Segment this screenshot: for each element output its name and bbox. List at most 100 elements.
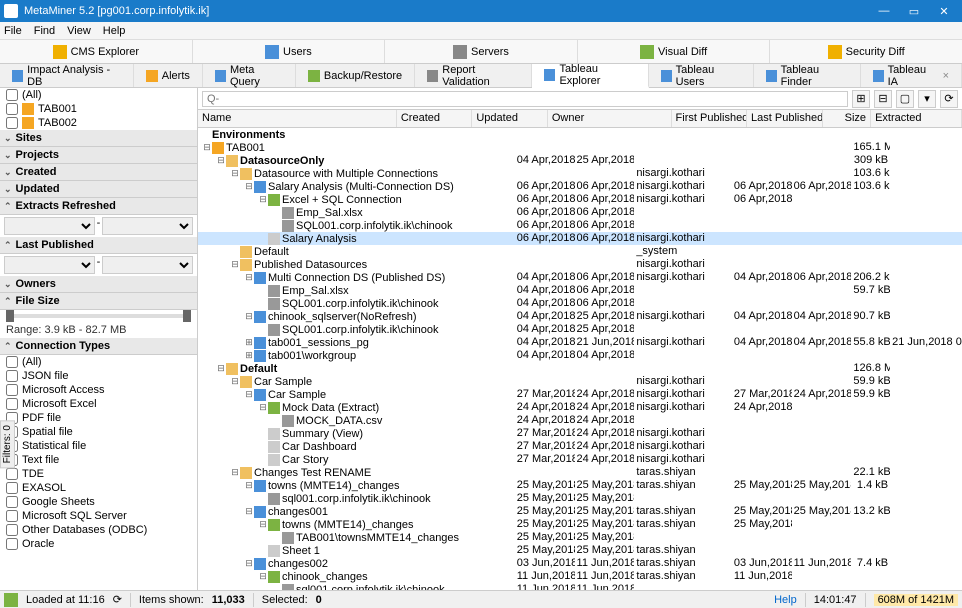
expand-icon[interactable]: ⊟ — [258, 519, 268, 530]
section-updated[interactable]: ⌄Updated — [0, 181, 197, 198]
expand-icon[interactable]: ⊟ — [202, 142, 212, 153]
section-owners[interactable]: ⌄Owners — [0, 276, 197, 293]
tab-meta-query[interactable]: Meta Query — [203, 64, 296, 87]
tree-row[interactable]: MOCK_DATA.csv24 Apr,2018 13:4024 Apr,201… — [198, 414, 962, 427]
toolbar-users[interactable]: Users — [193, 40, 386, 63]
tree-row[interactable]: ⊟Car Sample27 Mar,2018 14:3424 Apr,2018 … — [198, 388, 962, 401]
help-link[interactable]: Help — [774, 594, 797, 606]
expand-icon[interactable]: ⊟ — [216, 363, 226, 374]
tree-row[interactable]: ⊟Datasource with Multiple Connectionsnis… — [198, 167, 962, 180]
maximize-button[interactable]: ▭ — [900, 1, 928, 21]
col-name[interactable]: Name — [198, 110, 397, 127]
col-created[interactable]: Created — [397, 110, 473, 127]
col-owner[interactable]: Owner — [548, 110, 672, 127]
tree-row[interactable]: SQL001.corp.infolytik.ik\chinook06 Apr,2… — [198, 219, 962, 232]
tree-row[interactable]: ⊟Excel + SQL Connection06 Apr,2018 13:57… — [198, 193, 962, 206]
tree-row[interactable]: ⊟changes00203 Jun,2018 15:3811 Jun,2018 … — [198, 557, 962, 570]
tree-row[interactable]: ⊟Published Datasourcesnisargi.kothari — [198, 258, 962, 271]
conn-type-item[interactable]: (All) — [0, 355, 197, 369]
tree-row[interactable]: Salary Analysis06 Apr,2018 13:5706 Apr,2… — [198, 232, 962, 245]
expand-icon[interactable]: ⊟ — [230, 259, 240, 270]
tree-row[interactable]: ⊟changes00125 May,2018 09:2925 May,2018 … — [198, 505, 962, 518]
tree-row[interactable]: ⊟Changes Test RENAMEtaras.shiyan22.1 kB — [198, 466, 962, 479]
search-input[interactable] — [202, 91, 848, 107]
tree-row[interactable]: ⊞tab001_sessions_pg04 Apr,2018 13:0921 J… — [198, 336, 962, 349]
tree-row[interactable]: ⊟Car Samplenisargi.kothari59.9 kB — [198, 375, 962, 388]
reload-icon[interactable]: ⟳ — [113, 593, 122, 606]
menu-help[interactable]: Help — [103, 25, 126, 37]
conn-type-item[interactable]: EXASOL — [0, 481, 197, 495]
tab-backup-restore[interactable]: Backup/Restore — [296, 64, 415, 87]
tree-row[interactable]: Emp_Sal.xlsx06 Apr,2018 13:5706 Apr,2018… — [198, 206, 962, 219]
section-created[interactable]: ⌄Created — [0, 164, 197, 181]
col-size[interactable]: Size — [823, 110, 872, 127]
col-updated[interactable]: Updated — [472, 110, 548, 127]
menu-view[interactable]: View — [67, 25, 91, 37]
conn-type-item[interactable]: PDF file — [0, 411, 197, 425]
tree-row[interactable]: sql001.corp.infolytik.ik\chinook11 Jun,2… — [198, 583, 962, 590]
expand-icon[interactable]: ⊟ — [244, 506, 254, 517]
tree-row[interactable]: ⊟TAB001165.1 MB — [198, 141, 962, 154]
col-last-published[interactable]: Last Published — [747, 110, 823, 127]
expand-icon[interactable]: ⊞ — [244, 350, 254, 361]
lastpub-to-select[interactable] — [102, 256, 193, 274]
section-conn-types[interactable]: ⌃Connection Types — [0, 338, 197, 355]
section-last-published[interactable]: ⌃Last Published — [0, 237, 197, 254]
close-button[interactable]: ✕ — [930, 1, 958, 21]
tree-row[interactable]: Summary (View)27 Mar,2018 14:3424 Apr,20… — [198, 427, 962, 440]
tree-row[interactable]: ⊟towns (MMTE14)_changes25 May,2018 08:55… — [198, 479, 962, 492]
expand-icon[interactable]: ⊟ — [230, 168, 240, 179]
tab-close-icon[interactable]: × — [943, 70, 949, 82]
tree-row[interactable]: Environments — [198, 128, 962, 141]
expand-icon[interactable]: ⊟ — [244, 181, 254, 192]
tree-row[interactable]: Sheet 125 May,2018 09:2925 May,2018 09:2… — [198, 544, 962, 557]
tree-row[interactable]: ⊟Default126.8 MB — [198, 362, 962, 375]
tree-row[interactable]: Car Dashboard27 Mar,2018 14:3424 Apr,201… — [198, 440, 962, 453]
col-first-published[interactable]: First Published — [672, 110, 748, 127]
section-projects[interactable]: ⌄Projects — [0, 147, 197, 164]
tab-tableau-explorer[interactable]: Tableau Explorer — [532, 64, 648, 88]
expand-all-button[interactable]: ⊞ — [852, 90, 870, 108]
conn-type-item[interactable]: Google Sheets — [0, 495, 197, 509]
tree-row[interactable]: ⊟chinook_sqlserver(NoRefresh)04 Apr,2018… — [198, 310, 962, 323]
filter-button[interactable]: ▢ — [896, 90, 914, 108]
conn-type-item[interactable]: Text file — [0, 453, 197, 467]
tree-row[interactable]: sql001.corp.infolytik.ik\chinook25 May,2… — [198, 492, 962, 505]
section-filesize[interactable]: ⌃File Size — [0, 293, 197, 310]
tree-row[interactable]: TAB001\townsMMTE14_changes25 May,2018 09… — [198, 531, 962, 544]
tree-row[interactable]: Emp_Sal.xlsx04 Apr,2018 14:1206 Apr,2018… — [198, 284, 962, 297]
conn-type-item[interactable]: Microsoft Access — [0, 383, 197, 397]
tree-row[interactable]: ⊟chinook_changes11 Jun,2018 11:5111 Jun,… — [198, 570, 962, 583]
expand-icon[interactable]: ⊟ — [258, 571, 268, 582]
server-item[interactable]: TAB002 — [0, 116, 197, 130]
expand-icon[interactable]: ⊟ — [258, 402, 268, 413]
toolbar-cms-explorer[interactable]: CMS Explorer — [0, 40, 193, 63]
conn-type-item[interactable]: Microsoft Excel — [0, 397, 197, 411]
conn-type-item[interactable]: TDE — [0, 467, 197, 481]
refresh-button[interactable]: ⟳ — [940, 90, 958, 108]
tree-row[interactable]: SQL001.corp.infolytik.ik\chinook04 Apr,2… — [198, 297, 962, 310]
tree-row[interactable]: SQL001.corp.infolytik.ik\chinook04 Apr,2… — [198, 323, 962, 336]
expand-icon[interactable]: ⊟ — [244, 480, 254, 491]
col-extracted[interactable]: Extracted — [871, 110, 962, 127]
tree-row[interactable]: ⊟towns (MMTE14)_changes25 May,2018 09:29… — [198, 518, 962, 531]
expand-icon[interactable]: ⊟ — [230, 376, 240, 387]
expand-icon[interactable]: ⊟ — [244, 389, 254, 400]
dropdown-button[interactable]: ▾ — [918, 90, 936, 108]
lastpub-from-select[interactable] — [4, 256, 95, 274]
tab-alerts[interactable]: Alerts — [134, 64, 203, 87]
section-extracts[interactable]: ⌃Extracts Refreshed — [0, 198, 197, 215]
conn-type-item[interactable]: Statistical file — [0, 439, 197, 453]
tree-row[interactable]: Default_system — [198, 245, 962, 258]
expand-icon[interactable]: ⊟ — [244, 311, 254, 322]
expand-icon[interactable]: ⊟ — [230, 467, 240, 478]
collapse-all-button[interactable]: ⊟ — [874, 90, 892, 108]
expand-icon[interactable]: ⊟ — [258, 194, 268, 205]
section-sites[interactable]: ⌄Sites — [0, 130, 197, 147]
extracts-to-select[interactable] — [102, 217, 193, 235]
toolbar-security-diff[interactable]: Security Diff — [770, 40, 962, 63]
server-item[interactable]: TAB001 — [0, 102, 197, 116]
tab-tableau-users[interactable]: Tableau Users — [649, 64, 754, 87]
conn-type-item[interactable]: Other Databases (ODBC) — [0, 523, 197, 537]
minimize-button[interactable]: — — [870, 1, 898, 21]
